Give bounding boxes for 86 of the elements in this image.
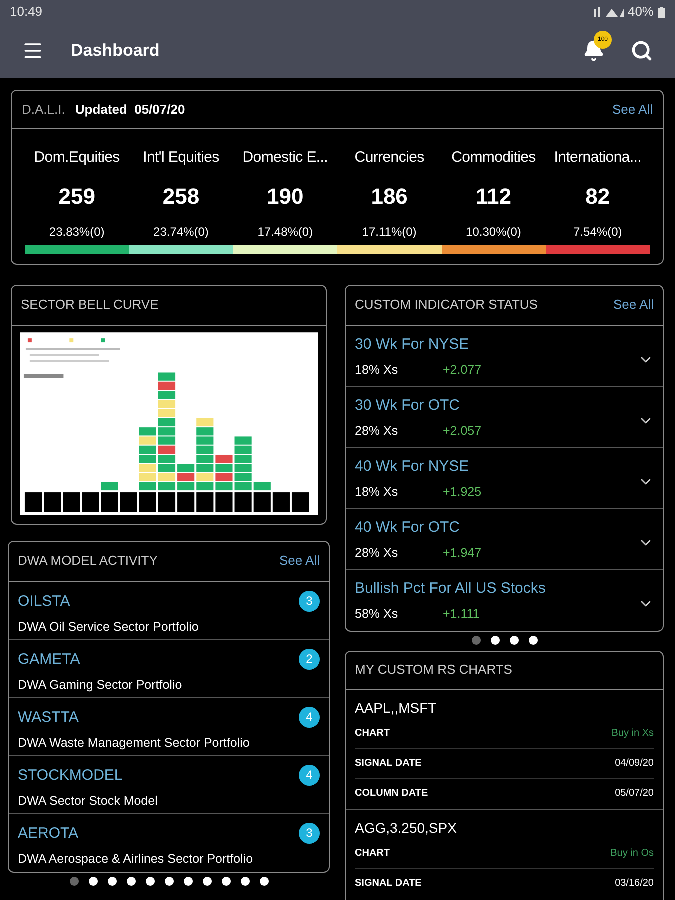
indicator-row[interactable]: 40 Wk For NYSE 18% Xs +1.925 (346, 448, 663, 508)
indicator-row[interactable]: 40 Wk For OTC 28% Xs +1.947 (346, 508, 663, 570)
indicator-name: 40 Wk For OTC (355, 518, 462, 538)
indicator-change: +2.057 (443, 423, 482, 440)
indicator-row[interactable]: 30 Wk For OTC 28% Xs +2.057 (346, 386, 663, 448)
category-count: 258 (162, 182, 200, 210)
model-row[interactable]: STOCKMODEL DWA Sector Stock Model 4 (9, 756, 329, 814)
model-code: OILSTA (18, 592, 72, 612)
row-label: COLUMN DATE (355, 787, 430, 801)
model-name: DWA Gaming Sector Portfolio (18, 677, 184, 694)
model-name: DWA Waste Management Sector Portfolio (18, 735, 251, 752)
category-count: 82 (586, 182, 610, 210)
signal-value: Buy in Xs (612, 726, 654, 740)
model-name: DWA Aerospace & Airlines Sector Portfolio (18, 851, 254, 868)
indicator-status: 18% Xs (355, 362, 400, 379)
count-badge: 3 (299, 822, 320, 844)
search-button[interactable] (631, 40, 653, 62)
status-time: 10:49 (10, 3, 43, 22)
category-name: Domestic E... (242, 148, 328, 168)
indicator-change: +2.077 (443, 362, 482, 379)
category-percent: 23.83%(0) (49, 224, 105, 240)
battery-percent: 40% (628, 3, 654, 22)
model-row[interactable]: GAMETA DWA Gaming Sector Portfolio 2 (9, 640, 329, 698)
category-percent: 17.11%(0) (362, 224, 417, 240)
indicator-change: +1.111 (443, 606, 480, 623)
indicator-status: 28% Xs (355, 545, 400, 562)
date-value: 04/09/20 (615, 756, 654, 770)
model-name: DWA Oil Service Sector Portfolio (18, 619, 200, 636)
card-title: DWA MODEL ACTIVITY (18, 552, 158, 570)
model-code: GAMETA (18, 650, 82, 670)
category-percent: 10.30%(0) (466, 224, 522, 240)
dali-label: D.A.L.I. (22, 100, 66, 119)
category-percent: 7.54%(0) (574, 224, 622, 240)
category-name: Int'l Equities (143, 148, 220, 168)
model-code: WASTTA (18, 708, 80, 728)
category-count: 190 (267, 182, 304, 210)
indicator-change: +1.925 (443, 484, 482, 501)
count-badge: 4 (299, 706, 320, 728)
row-label: CHART (355, 846, 391, 860)
model-row[interactable]: AEROTA DWA Aerospace & Airlines Sector Portfolio 3 (9, 814, 329, 872)
date-value: 03/16/20 (615, 877, 654, 891)
see-all-link[interactable]: See All (614, 295, 654, 315)
indicator-change: +1.947 (443, 545, 482, 562)
see-all-link[interactable]: See All (612, 100, 653, 120)
row-label: SIGNAL DATE (355, 756, 423, 770)
signal-value: Buy in Os (610, 846, 654, 860)
indicator-name: 30 Wk For OTC (355, 396, 462, 416)
model-code: STOCKMODEL (18, 766, 124, 786)
category-percent: 17.48%(0) (258, 224, 314, 240)
see-all-link[interactable]: See All (280, 551, 320, 571)
count-badge: 2 (299, 648, 320, 670)
category-name: Currencies (354, 148, 424, 168)
row-label: SIGNAL DATE (355, 877, 423, 891)
category-name: Commodities (452, 148, 536, 168)
model-code: AEROTA (18, 824, 80, 844)
indicator-name: 40 Wk For NYSE (355, 456, 470, 476)
category-count: 259 (58, 182, 96, 210)
chart-symbol: AAPL,,MSFT (355, 698, 438, 718)
updated-date: Updated 05/07/20 (75, 100, 186, 119)
indicator-row[interactable]: 30 Wk For NYSE 18% Xs +2.077 (346, 326, 663, 386)
model-name: DWA Sector Stock Model (18, 793, 159, 810)
category-name: Internationa... (554, 148, 642, 168)
indicator-name: Bullish Pct For All US Stocks (355, 578, 547, 598)
category-name: Dom.Equities (34, 148, 120, 168)
battery-icon (658, 6, 665, 18)
indicator-status: 58% Xs (355, 606, 400, 623)
indicator-name: 30 Wk For NYSE (355, 334, 470, 354)
category-count: 186 (371, 182, 408, 210)
card-title: CUSTOM INDICATOR STATUS (355, 296, 538, 314)
count-badge: 4 (299, 764, 320, 786)
card-title: MY CUSTOM RS CHARTS (355, 661, 512, 680)
card-title: SECTOR BELL CURVE (21, 296, 159, 314)
signal-icon (594, 6, 624, 18)
category-percent: 23.74%(0) (154, 224, 209, 240)
model-row[interactable]: OILSTA DWA Oil Service Sector Portfolio 3 (9, 582, 329, 640)
app-title: Dashboard (71, 40, 160, 62)
count-badge: 3 (299, 590, 320, 612)
model-row[interactable]: WASTTA DWA Waste Management Sector Portfolio 4 (9, 698, 329, 756)
row-label: CHART (355, 726, 391, 740)
indicator-status: 18% Xs (355, 484, 400, 501)
indicator-row[interactable]: Bullish Pct For All US Stocks 58% Xs +1.111 (346, 570, 663, 630)
chart-symbol: AGG,3.250,SPX (355, 818, 458, 838)
date-value: 05/07/20 (615, 787, 654, 801)
category-count: 112 (476, 182, 512, 210)
indicator-status: 28% Xs (355, 423, 400, 440)
search-icon (631, 40, 653, 62)
